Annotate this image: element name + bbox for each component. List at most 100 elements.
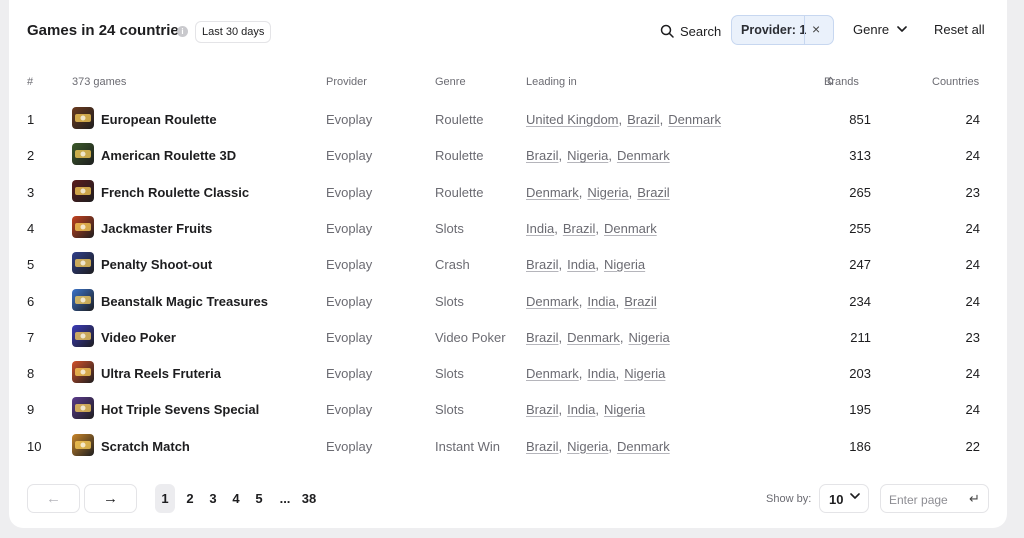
column-genre: Genre [435,76,466,88]
row-rank: 4 [27,220,35,236]
genre-filter-dropdown[interactable]: Genre [853,22,907,37]
close-icon[interactable]: × [812,21,820,37]
country-link[interactable]: Nigeria [629,330,670,345]
column-brands-sort[interactable]: Brands [824,76,859,88]
country-link[interactable]: Denmark [604,221,657,236]
page-number-button[interactable]: 5 [250,484,268,513]
game-thumbnail-icon[interactable] [72,143,94,166]
enter-page-input[interactable]: Enter page ↵ [880,484,989,513]
reset-all-button[interactable]: Reset all [934,22,985,37]
game-thumbnail-icon[interactable] [72,252,94,275]
table-row[interactable]: 2 American Roulette 3D Evoplay Roulette Braz… [9,137,1007,173]
table-row[interactable]: 8 Ultra Reels Fruteria Evoplay Slots Denmark… [9,355,1007,391]
country-link[interactable]: Brazil [526,257,559,272]
game-thumbnail-icon[interactable] [72,107,94,129]
country-link[interactable]: Denmark [617,148,670,163]
row-genre: Roulette [435,112,484,127]
game-thumbnail-icon[interactable] [72,361,94,384]
row-provider: Evoplay [326,220,373,236]
prev-page-button[interactable]: ← [27,484,80,513]
country-link[interactable]: Brazil [526,330,559,345]
row-brands: 247 [849,257,871,273]
page-number-button[interactable]: 3 [204,484,222,513]
country-link[interactable]: India [587,366,615,381]
country-link[interactable]: United Kingdom [526,112,619,127]
country-link[interactable]: Denmark [526,366,579,381]
column-games: 373 games [72,76,127,88]
country-separator: , [608,148,612,164]
table-row[interactable]: 9 Hot Triple Sevens Special Evoplay Slots Br… [9,391,1007,427]
per-page-select[interactable]: 10 [819,484,869,513]
country-link[interactable]: India [567,257,595,272]
country-link[interactable]: India [526,221,554,236]
row-leading-in: Brazil, Nigeria, Denmark [526,148,670,163]
row-leading-in: Brazil, Nigeria, Denmark [526,439,670,454]
table-row[interactable]: 6 Beanstalk Magic Treasures Evoplay Slots De… [9,283,1007,319]
country-link[interactable]: Brazil [624,294,657,309]
country-link[interactable]: Denmark [668,112,721,127]
country-link[interactable]: India [587,294,615,309]
game-thumbnail-icon[interactable] [72,179,94,202]
search-button[interactable]: Search [660,20,721,42]
country-link[interactable]: Nigeria [567,148,608,163]
country-link[interactable]: Nigeria [624,366,665,381]
country-link[interactable]: Denmark [526,294,579,309]
row-brands: 186 [849,438,871,454]
enter-return-icon[interactable]: ↵ [969,491,980,507]
country-link[interactable]: Brazil [637,185,670,200]
period-badge[interactable]: Last 30 days [195,21,272,43]
game-thumbnail-icon[interactable] [72,288,94,311]
row-provider: Evoplay [326,112,373,127]
country-link[interactable]: Nigeria [567,439,608,454]
country-link[interactable]: Denmark [617,439,670,454]
provider-filter-chip[interactable]: Provider: 1 × [731,15,834,45]
table-row[interactable]: 10 Scratch Match Evoplay Instant Win Brazil,… [9,428,1007,464]
page-number-button[interactable]: 2 [181,484,199,513]
game-thumbnail-icon[interactable] [72,215,94,238]
game-name-link[interactable]: Jackmaster Fruits [101,221,212,236]
game-name-link[interactable]: Penalty Shoot-out [101,257,212,272]
enter-page-placeholder: Enter page [889,493,948,507]
country-link[interactable]: Denmark [526,185,579,200]
provider-filter-label: Provider: 1 [741,23,807,37]
table-row[interactable]: 7 Video Poker Evoplay Video Poker Brazil, Den… [9,319,1007,355]
country-link[interactable]: Brazil [526,402,559,417]
game-name-link[interactable]: American Roulette 3D [101,148,236,163]
country-link[interactable]: Nigeria [604,402,645,417]
country-separator: , [608,438,612,454]
row-provider: Evoplay [326,366,373,382]
row-brands: 313 [849,148,871,164]
table-row[interactable]: 5 Penalty Shoot-out Evoplay Crash Brazil, Ind… [9,246,1007,282]
country-link[interactable]: Denmark [567,330,620,345]
table-row[interactable]: 4 Jackmaster Fruits Evoplay Slots India, Braz… [9,210,1007,246]
game-name-link[interactable]: Scratch Match [101,439,190,454]
country-link[interactable]: Nigeria [587,185,628,200]
row-leading-in: Brazil, Denmark, Nigeria [526,330,670,345]
page-number-button[interactable]: 4 [227,484,245,513]
game-name-link[interactable]: European Roulette [101,112,217,127]
country-link[interactable]: Brazil [526,148,559,163]
info-icon[interactable]: i [177,26,188,37]
game-name-link[interactable]: French Roulette Classic [101,185,249,200]
next-page-button[interactable]: → [84,484,137,513]
game-name-link[interactable]: Ultra Reels Fruteria [101,366,221,381]
country-link[interactable]: Brazil [563,221,596,236]
table-row[interactable]: 1 European Roulette Evoplay Roulette United … [9,101,1007,137]
row-countries: 24 [965,257,980,273]
country-link[interactable]: Nigeria [604,257,645,272]
game-name-link[interactable]: Video Poker [101,330,176,345]
country-link[interactable]: Brazil [627,112,660,127]
table-row[interactable]: 3 French Roulette Classic Evoplay Roulette D… [9,174,1007,210]
row-provider: Evoplay [326,184,373,200]
country-link[interactable]: India [567,402,595,417]
game-thumbnail-icon[interactable] [72,433,94,456]
game-thumbnail-icon[interactable] [72,324,94,347]
row-leading-in: India, Brazil, Denmark [526,221,657,236]
game-thumbnail-icon[interactable] [72,397,94,420]
page-number-button[interactable]: 38 [297,484,321,513]
country-link[interactable]: Brazil [526,439,559,454]
page-number-button[interactable]: 1 [155,484,175,513]
game-name-link[interactable]: Hot Triple Sevens Special [101,402,259,417]
chip-divider [804,16,805,44]
game-name-link[interactable]: Beanstalk Magic Treasures [101,294,268,309]
